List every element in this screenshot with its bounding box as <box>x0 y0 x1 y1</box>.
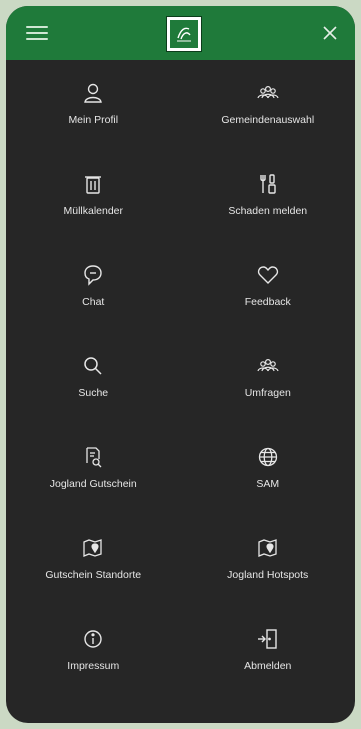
hamburger-icon[interactable] <box>26 22 56 44</box>
menu-item-label: Suche <box>78 387 109 399</box>
chat-icon <box>80 262 106 288</box>
menu-item-label: Gemeindenauswahl <box>221 114 315 126</box>
menu-item-gutschein-standorte[interactable]: Gutschein Standorte <box>6 515 181 606</box>
search-icon <box>80 353 106 379</box>
menu-item-mein-profil[interactable]: Mein Profil <box>6 60 181 151</box>
top-bar <box>6 6 355 60</box>
menu-item-label: Impressum <box>67 660 120 672</box>
menu-item-sam[interactable]: SAM <box>181 424 356 515</box>
globe-icon <box>255 444 281 470</box>
community-icon <box>255 80 281 106</box>
menu-item-schaden-melden[interactable]: Schaden melden <box>181 151 356 242</box>
menu-item-label: Schaden melden <box>228 205 308 217</box>
tools-icon <box>255 171 281 197</box>
menu-item-label: Umfragen <box>244 387 291 399</box>
menu-item-jogland-hotspots[interactable]: Jogland Hotspots <box>181 515 356 606</box>
menu-item-chat[interactable]: Chat <box>6 242 181 333</box>
person-icon <box>80 80 106 106</box>
menu-item-label: Abmelden <box>244 660 292 672</box>
navigation-drawer: Mein Profil Gemeindenauswahl Müllkalende… <box>6 6 355 723</box>
menu-item-gemeindenauswahl[interactable]: Gemeindenauswahl <box>181 60 356 151</box>
close-icon[interactable] <box>319 22 341 44</box>
heart-icon <box>255 262 281 288</box>
menu-item-label: Müllkalender <box>63 205 124 217</box>
menu-item-impressum[interactable]: Impressum <box>6 606 181 697</box>
menu-item-label: SAM <box>256 478 280 490</box>
info-icon <box>80 626 106 652</box>
survey-people-icon <box>255 353 281 379</box>
menu-item-umfragen[interactable]: Umfragen <box>181 333 356 424</box>
menu-item-label: Feedback <box>244 296 291 308</box>
menu-item-label: Jogland Gutschein <box>49 478 137 490</box>
menu-item-jogland-gutschein[interactable]: Jogland Gutschein <box>6 424 181 515</box>
voucher-icon <box>80 444 106 470</box>
hotspot-map-icon <box>255 535 281 561</box>
logout-icon <box>255 626 281 652</box>
menu-item-label: Mein Profil <box>68 114 119 126</box>
menu-item-feedback[interactable]: Feedback <box>181 242 356 333</box>
menu-grid: Mein Profil Gemeindenauswahl Müllkalende… <box>6 60 355 697</box>
trash-bin-icon <box>80 171 106 197</box>
municipality-logo[interactable] <box>166 16 202 52</box>
menu-item-label: Gutschein Standorte <box>45 569 142 581</box>
menu-item-suche[interactable]: Suche <box>6 333 181 424</box>
menu-item-label: Chat <box>82 296 105 308</box>
logo-emblem <box>170 20 198 48</box>
menu-item-muellkalender[interactable]: Müllkalender <box>6 151 181 242</box>
map-pin-icon <box>80 535 106 561</box>
menu-item-abmelden[interactable]: Abmelden <box>181 606 356 697</box>
menu-item-label: Jogland Hotspots <box>227 569 309 581</box>
